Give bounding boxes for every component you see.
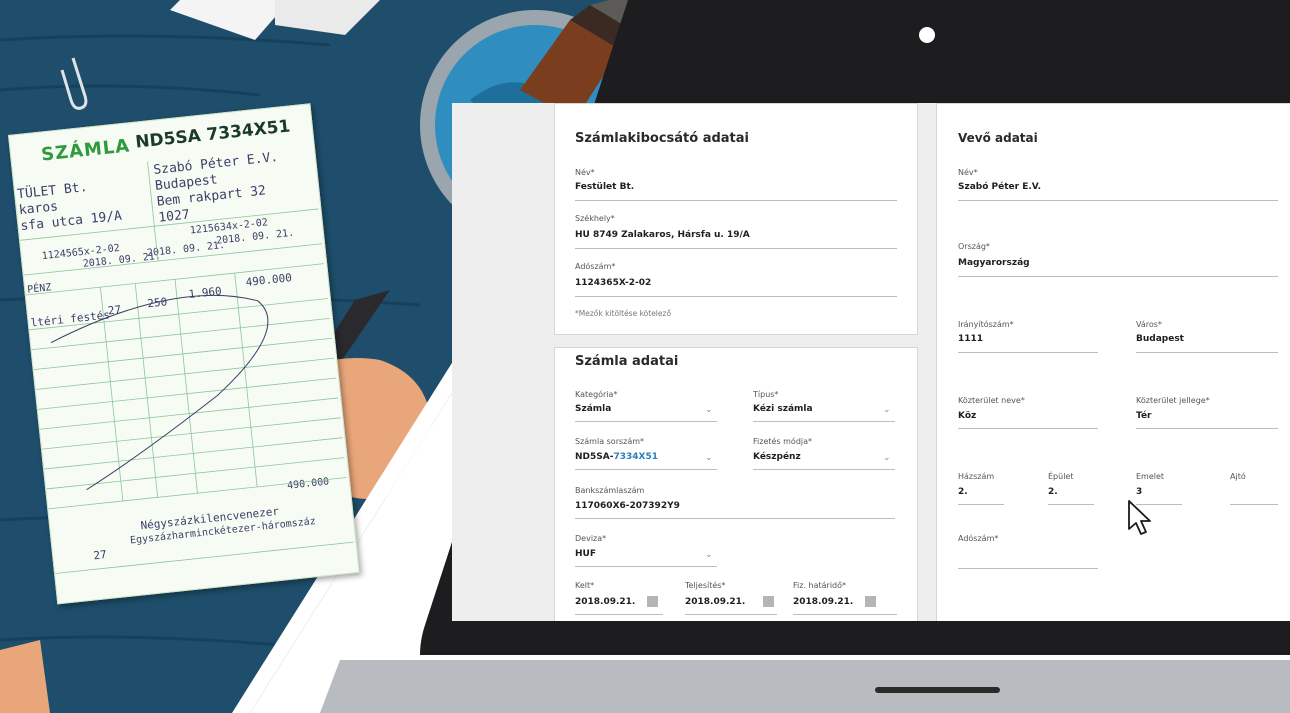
seller-name-underline (575, 200, 897, 201)
street-type-underline (1136, 428, 1278, 429)
chevron-down-icon[interactable]: ⌄ (705, 550, 713, 560)
due-date-underline (793, 614, 897, 615)
issued-date-input[interactable]: 2018.09.21. (575, 597, 635, 607)
seller-address-label: Székhely* (575, 214, 615, 223)
calendar-icon[interactable] (763, 596, 774, 607)
invoice-number-select[interactable]: ND5SA-7334X51 (575, 452, 658, 462)
payment-method-select[interactable]: Készpénz (753, 452, 801, 462)
street-type-value[interactable]: Tér (1136, 411, 1152, 421)
zip-label: Irányítószám* (958, 320, 1014, 329)
completion-date-input[interactable]: 2018.09.21. (685, 597, 745, 607)
buyer-name-label: Név* (958, 168, 978, 177)
city-value[interactable]: Budapest (1136, 334, 1184, 344)
buyer-card: Vevő adatai Név* Szabó Péter E.V. Ország… (936, 103, 1290, 621)
category-underline (575, 421, 717, 422)
street-type-label: Közterület jellege* (1136, 396, 1210, 405)
chevron-down-icon[interactable]: ⌄ (705, 453, 713, 463)
seller-tax-label: Adószám* (575, 262, 616, 271)
currency-underline (575, 566, 717, 567)
street-name-underline (958, 428, 1098, 429)
chevron-down-icon[interactable]: ⌄ (883, 405, 891, 415)
due-date-label: Fiz. határidő* (793, 581, 847, 590)
bank-account-label: Bankszámlaszám (575, 486, 645, 495)
door-underline (1230, 504, 1278, 505)
country-underline (958, 276, 1278, 277)
invoice-number-label: Számla sorszám* (575, 437, 645, 446)
type-label: Típus* (753, 390, 779, 399)
seller-tax-value[interactable]: 1124365X-2-02 (575, 278, 651, 288)
seller-tax-underline (575, 296, 897, 297)
city-label: Város* (1136, 320, 1162, 329)
chevron-down-icon[interactable]: ⌄ (883, 453, 891, 463)
floor-label: Emelet (1136, 472, 1165, 481)
house-number-value[interactable]: 2. (958, 487, 968, 497)
invoice-number-underline (575, 469, 717, 470)
seller-address-underline (575, 248, 897, 249)
door-label: Ajtó (1230, 472, 1246, 481)
house-number-label: Házszám (958, 472, 995, 481)
completion-date-label: Teljesítés* (685, 581, 726, 590)
buyer-tax-underline (958, 568, 1098, 569)
currency-select[interactable]: HUF (575, 549, 596, 559)
payment-method-underline (753, 469, 895, 470)
building-label: Épület (1048, 472, 1074, 481)
payment-method-label: Fizetés módja* (753, 437, 813, 446)
floor-value[interactable]: 3 (1136, 487, 1142, 497)
buyer-name-value[interactable]: Szabó Péter E.V. (958, 182, 1041, 192)
zip-value[interactable]: 1111 (958, 334, 983, 344)
country-label: Ország* (958, 242, 990, 251)
building-value[interactable]: 2. (1048, 487, 1058, 497)
building-underline (1048, 504, 1094, 505)
chevron-down-icon[interactable]: ⌄ (705, 405, 713, 415)
seller-name-label: Név* (575, 168, 595, 177)
laptop-screen: Számlakibocsátó adatai Név* Festület Bt.… (452, 103, 1290, 621)
invoice-card-title: Számla adatai (575, 354, 679, 369)
issued-date-underline (575, 614, 663, 615)
invoice-card: Számla adatai Kategória* Számla ⌄ Típus*… (554, 347, 918, 621)
bank-account-underline (575, 518, 895, 519)
required-fields-note: *Mezők kitöltése kötelező (575, 309, 672, 318)
buyer-tax-label: Adószám* (958, 534, 999, 543)
street-name-value[interactable]: Köz (958, 411, 976, 421)
type-underline (753, 421, 895, 422)
seller-card-title: Számlakibocsátó adatai (575, 131, 749, 146)
street-name-label: Közterület neve* (958, 396, 1025, 405)
invoice-number-prefix: ND5SA- (575, 452, 614, 462)
country-value[interactable]: Magyarország (958, 258, 1030, 268)
bank-account-input[interactable]: 117060X6-207392Y9 (575, 501, 680, 511)
calendar-icon[interactable] (865, 596, 876, 607)
paper-grid (20, 161, 354, 574)
zip-underline (958, 352, 1098, 353)
seller-address-value[interactable]: HU 8749 Zalakaros, Hársfa u. 19/A (575, 230, 750, 240)
buyer-card-title: Vevő adatai (958, 131, 1038, 145)
scene: SZÁMLA ND5SA 7334X51 TÜLET Bt. karos sfa… (0, 0, 1290, 713)
paper-invoice: SZÁMLA ND5SA 7334X51 TÜLET Bt. karos sfa… (8, 103, 360, 605)
mouse-pointer-icon (1128, 500, 1151, 535)
category-label: Kategória* (575, 390, 618, 399)
seller-card: Számlakibocsátó adatai Név* Festület Bt.… (554, 103, 918, 335)
buyer-name-underline (958, 200, 1278, 201)
currency-label: Deviza* (575, 534, 607, 543)
city-underline (1136, 352, 1278, 353)
type-select[interactable]: Kézi számla (753, 404, 813, 414)
issued-date-label: Kelt* (575, 581, 595, 590)
completion-date-underline (685, 614, 777, 615)
invoice-number-suffix: 7334X51 (613, 452, 658, 462)
due-date-input[interactable]: 2018.09.21. (793, 597, 853, 607)
category-select[interactable]: Számla (575, 404, 611, 414)
seller-name-value[interactable]: Festület Bt. (575, 182, 634, 192)
house-number-underline (958, 504, 1004, 505)
calendar-icon[interactable] (647, 596, 658, 607)
